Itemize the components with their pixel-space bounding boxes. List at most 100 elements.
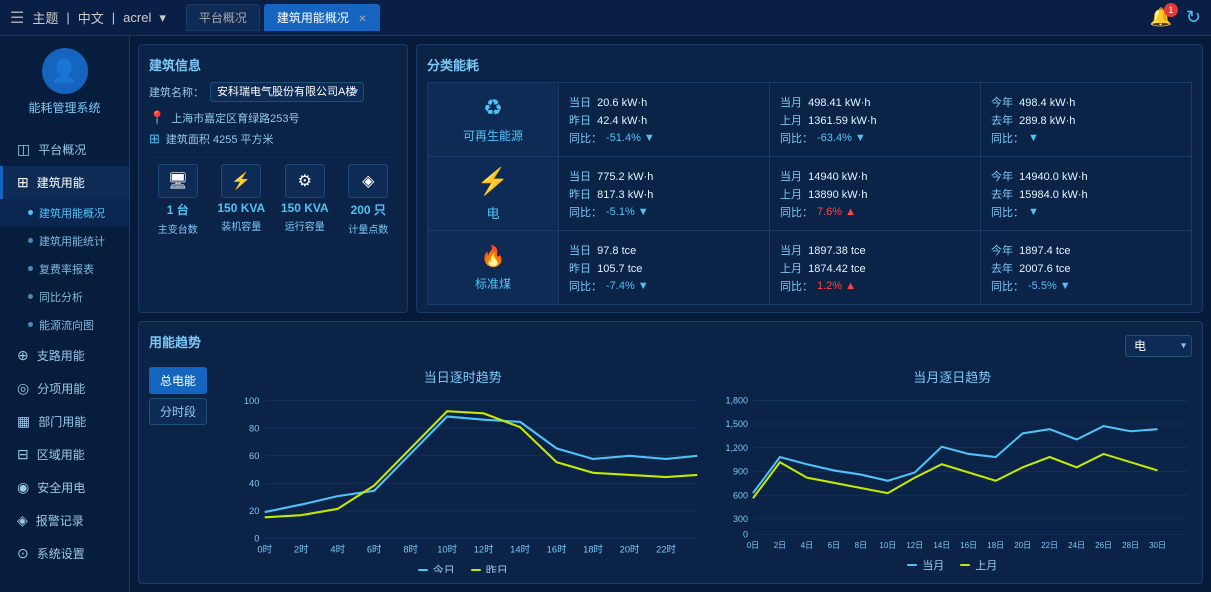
legend-cur-month: 当月 (907, 557, 944, 573)
sidebar-item-safety[interactable]: ◉ 安全用电 (0, 471, 129, 504)
sidebar-item-label: 区域用能 (37, 446, 85, 463)
sidebar-sub-label: 能源流向图 (39, 317, 94, 333)
c-month-compare: 同比： 1.2% ▲ (780, 278, 970, 294)
sidebar-sub-report[interactable]: 复费率报表 (0, 255, 129, 283)
elec-icon: ⚡ (477, 166, 509, 197)
lang-label[interactable]: 中文 (78, 8, 104, 27)
daily-legend: 今日 昨日 (223, 562, 703, 573)
tab-platform[interactable]: 平台概况 (186, 4, 260, 31)
building-address-row: 📍 上海市嘉定区育绿路253号 (149, 110, 397, 126)
legend-last-month: 上月 (960, 557, 997, 573)
elec-year-cell: 今年 14940.0 kW·h 去年 15984.0 kW·h 同比： ▼ (981, 157, 1191, 230)
svg-text:1,500: 1,500 (725, 419, 747, 429)
renewable-year-cell: 今年 498.4 kW·h 去年 289.8 kW·h 同比： ▼ (981, 83, 1191, 156)
compare-label: 同比： (780, 278, 813, 294)
energy-grid: ♻ 可再生能源 当日 20.6 kW·h 昨日 42.4 kW·h 同比： -5… (427, 82, 1192, 305)
renewable-today-cell: 当日 20.6 kW·h 昨日 42.4 kW·h 同比： -51.4% ▼ (559, 83, 769, 156)
trend-buttons: 总电能 分时段 (149, 367, 207, 573)
compare-label: 同比： (991, 204, 1024, 220)
sidebar-item-alarm[interactable]: ◈ 报警记录 (0, 504, 129, 537)
building-name-label: 建筑名称： (149, 84, 204, 100)
sidebar-sub-comparison[interactable]: 同比分析 (0, 283, 129, 311)
svg-text:18日: 18日 (987, 541, 1004, 550)
renewable-month-cell: 当月 498.41 kW·h 上月 1361.59 kW·h 同比： -63.4… (770, 83, 980, 156)
daily-chart-area: 100 80 60 40 20 0 0时 2时 4时 6时 (223, 390, 703, 560)
monthly-chart-area: 1,800 1,500 1,200 900 600 300 0 0日 2日 4 (713, 390, 1192, 555)
svg-text:14时: 14时 (510, 543, 530, 555)
svg-text:60: 60 (249, 451, 259, 462)
transformer-icon: 🖥 (158, 164, 198, 198)
sidebar-item-dept[interactable]: ▦ 部门用能 (0, 405, 129, 438)
user-label: | (112, 10, 115, 25)
sidebar-sub-label: 复费率报表 (39, 261, 94, 277)
svg-text:0: 0 (742, 529, 747, 539)
monthly-legend: 当月 上月 (713, 557, 1192, 573)
svg-text:20日: 20日 (1014, 541, 1031, 550)
refresh-icon[interactable]: ↻ (1186, 7, 1201, 28)
building-stats: 🖥 1 台 主变台数 ⚡ 150 KVA 装机容量 ⚙ 150 KVA 运行容量 (149, 164, 397, 236)
c-today-compare: 同比： -7.4% ▼ (569, 278, 759, 294)
svg-text:1,800: 1,800 (725, 395, 747, 405)
sidebar-item-branch[interactable]: ⊕ 支路用能 (0, 339, 129, 372)
sidebar-item-sub[interactable]: ◎ 分项用能 (0, 372, 129, 405)
r-year-compare: 同比： ▼ (991, 130, 1181, 146)
install-cap-desc: 装机容量 (221, 218, 261, 233)
legend-today: 今日 (418, 562, 455, 573)
e-month-compare: 同比： 7.6% ▲ (780, 204, 970, 220)
btn-total-energy[interactable]: 总电能 (149, 367, 207, 394)
sidebar-item-building[interactable]: ⊞ 建筑用能 (0, 166, 129, 199)
hamburger-icon[interactable]: ☰ (10, 8, 24, 28)
svg-text:14日: 14日 (933, 541, 950, 550)
settings-icon: ⊙ (17, 545, 29, 562)
compare-value: ▼ (1028, 206, 1039, 218)
building-address: 上海市嘉定区育绿路253号 (171, 110, 299, 126)
svg-text:4时: 4时 (330, 543, 345, 555)
svg-text:10日: 10日 (879, 541, 896, 550)
meter-value: 200 只 (351, 201, 386, 218)
trend-type-select-wrapper: 电 水 气 标准煤 (1125, 335, 1192, 357)
svg-text:300: 300 (732, 514, 747, 524)
run-cap-value: 150 KVA (281, 201, 329, 215)
monthly-chart-title: 当月逐日趋势 (713, 367, 1192, 386)
tab-close-icon[interactable]: ✕ (358, 14, 366, 25)
transformer-desc: 主变台数 (158, 221, 198, 236)
trend-content: 总电能 分时段 当日逐时趋势 (149, 367, 1192, 573)
trend-panel-title: 用能趋势 (149, 332, 201, 351)
sidebar-sub-building-stats[interactable]: 建筑用能统计 (0, 227, 129, 255)
legend-dot-cur (907, 564, 917, 566)
sidebar-sub-energy-flow[interactable]: 能源流向图 (0, 311, 129, 339)
stat-meter: ◈ 200 只 计量点数 (340, 164, 398, 236)
sidebar-item-settings[interactable]: ⊙ 系统设置 (0, 537, 129, 570)
svg-text:0时: 0时 (257, 543, 272, 555)
svg-text:16日: 16日 (960, 541, 977, 550)
sidebar-item-label: 建筑用能 (37, 174, 85, 191)
elec-today-cell: 当日 775.2 kW·h 昨日 817.3 kW·h 同比： -5.1% ▼ (559, 157, 769, 230)
sidebar-item-area[interactable]: ⊟ 区域用能 (0, 438, 129, 471)
trend-charts: 当日逐时趋势 100 (223, 367, 1192, 573)
building-panel-title: 建筑信息 (149, 55, 397, 74)
coal-year-cell: 今年 1897.4 tce 去年 2007.6 tce 同比： -5.5% ▼ (981, 231, 1191, 304)
notification-icon[interactable]: 🔔 1 (1149, 7, 1171, 28)
svg-text:2日: 2日 (773, 541, 785, 550)
sidebar-sub-building-overview[interactable]: 建筑用能概况 (0, 199, 129, 227)
area-icon: ⊞ (149, 131, 160, 147)
tab-building-energy[interactable]: 建筑用能概况 ✕ (264, 4, 380, 31)
trend-type-select[interactable]: 电 水 气 标准煤 (1125, 335, 1192, 357)
svg-text:28日: 28日 (1122, 541, 1139, 550)
sidebar-item-label: 分项用能 (37, 380, 85, 397)
user-label: acrel (123, 10, 151, 25)
type-cell-coal: 🔥 标准煤 (428, 231, 558, 304)
btn-period[interactable]: 分时段 (149, 398, 207, 425)
elec-label: 电 (486, 203, 499, 222)
sidebar-item-label: 安全用电 (37, 479, 85, 496)
content-area: 建筑信息 建筑名称： 安科瑞电气股份有限公司A楼 📍 上海市嘉定区育绿路253号 (130, 36, 1211, 592)
sidebar-item-platform[interactable]: ◫ 平台概况 (0, 133, 129, 166)
sub-icon: ◎ (17, 380, 29, 397)
area-icon: ⊟ (17, 446, 29, 463)
compare-label: 同比： (780, 204, 813, 220)
building-select[interactable]: 安科瑞电气股份有限公司A楼 (210, 82, 364, 102)
r-today-label: 当日 20.6 kW·h (569, 94, 759, 110)
legend-dot-yest (471, 569, 481, 571)
category-energy-panel: 分类能耗 ♻ 可再生能源 当日 20.6 kW·h 昨日 42.4 kW·h 同… (416, 44, 1203, 313)
c-today-label: 当日 97.8 tce (569, 242, 759, 258)
